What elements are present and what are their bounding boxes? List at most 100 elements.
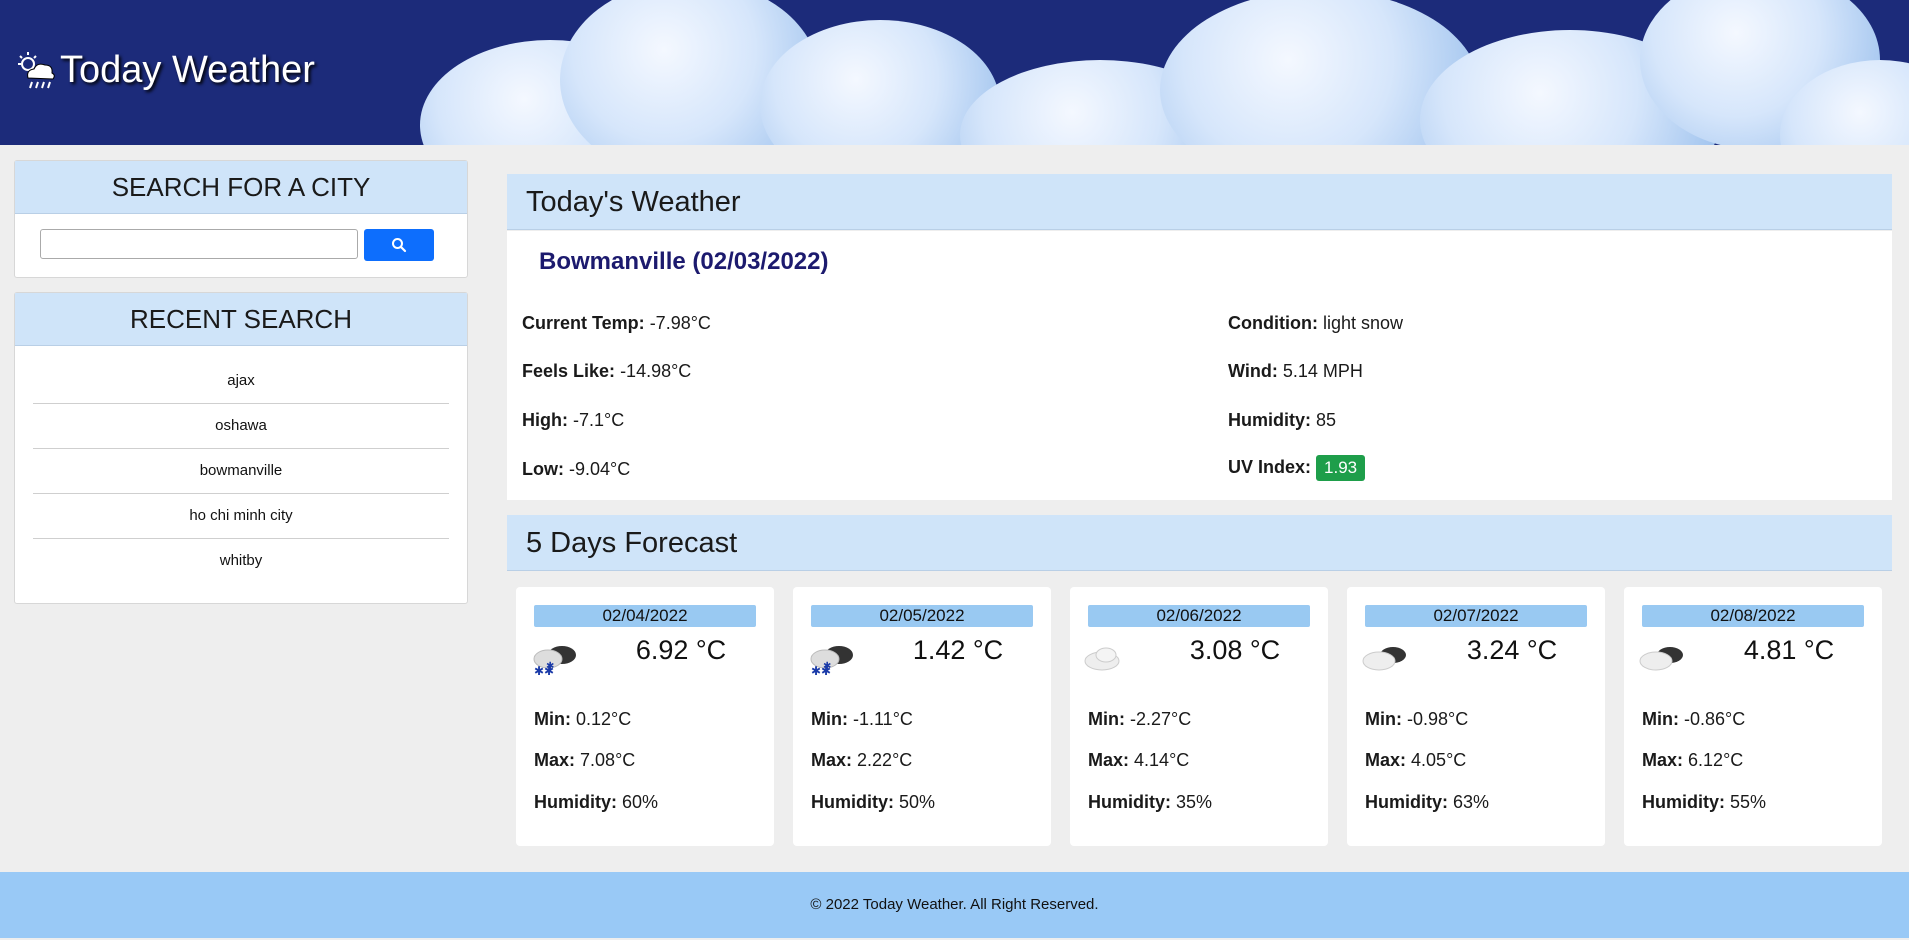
- forecast-humidity-label: Humidity:: [1365, 792, 1448, 812]
- todays-weather-heading: Today's Weather: [507, 174, 1892, 230]
- forecast-min-value: 0.12°C: [576, 709, 632, 729]
- broken-clouds-icon: [1362, 647, 1406, 671]
- forecast-max: Max: 4.05°C: [1365, 750, 1466, 771]
- forecast-humidity-value: 35%: [1176, 792, 1213, 812]
- forecast-max-label: Max:: [1088, 750, 1130, 770]
- forecast-humidity-value: 55%: [1730, 792, 1767, 812]
- forecast-humidity-value: 50%: [899, 792, 936, 812]
- forecast-max: Max: 7.08°C: [534, 750, 635, 771]
- forecast-max-value: 6.12°C: [1688, 750, 1744, 770]
- recent-search-item[interactable]: whitby: [33, 539, 449, 583]
- broken-clouds-icon: [1639, 647, 1683, 671]
- search-panel: SEARCH FOR A CITY: [14, 160, 468, 278]
- forecast-min-label: Min:: [1642, 709, 1679, 729]
- forecast-temp: 1.42 °C: [912, 635, 1004, 665]
- search-panel-title: SEARCH FOR A CITY: [15, 161, 467, 214]
- forecast-min: Min: -1.11°C: [811, 709, 913, 730]
- forecast-date: 02/04/2022: [534, 605, 756, 627]
- forecast-temp: 3.08 °C: [1189, 635, 1281, 665]
- city-date-title: Bowmanville (02/03/2022): [539, 248, 829, 275]
- snow-cloud-icon: ✱✱ ✱: [810, 646, 853, 678]
- forecast-max-label: Max:: [534, 750, 576, 770]
- site-title-text: Today Weather: [60, 48, 315, 91]
- condition-value: light snow: [1322, 313, 1404, 333]
- forecast-humidity-value: 63%: [1453, 792, 1490, 812]
- low-temp-label: Low:: [522, 459, 564, 479]
- forecast-card: 02/07/2022 3.24 °C Min: -0.98°C Max: 4.0…: [1347, 587, 1605, 846]
- forecast-min-label: Min:: [1365, 709, 1402, 729]
- forecast-min-label: Min:: [811, 709, 848, 729]
- forecast-card: 02/05/2022 ✱✱ ✱ 1.42 °C Min: -1.11°C Max…: [793, 587, 1051, 846]
- forecast-max-value: 4.14°C: [1134, 750, 1190, 770]
- feels-like-value: -14.98°C: [620, 361, 692, 381]
- cloud-icon: [1084, 647, 1120, 671]
- forecast-date: 02/06/2022: [1088, 605, 1310, 627]
- uv-index-badge: 1.93: [1316, 455, 1366, 481]
- forecast-temp: 3.24 °C: [1466, 635, 1558, 665]
- forecast-humidity: Humidity: 60%: [534, 792, 658, 813]
- current-temp-value: -7.98°C: [649, 313, 711, 333]
- search-icon: [392, 238, 407, 253]
- recent-search-title: RECENT SEARCH: [15, 293, 467, 346]
- page-footer: © 2022 Today Weather. All Right Reserved…: [0, 872, 1909, 938]
- svg-text:✱: ✱: [546, 661, 554, 672]
- feels-like-label: Feels Like:: [522, 361, 616, 381]
- condition-label: Condition:: [1228, 313, 1318, 333]
- forecast-date: 02/07/2022: [1365, 605, 1587, 627]
- site-title[interactable]: Today Weather: [14, 48, 315, 92]
- forecast-card: 02/08/2022 4.81 °C Min: -0.86°C Max: 6.1…: [1624, 587, 1882, 846]
- low-temp-stat: Low: -9.04°C: [522, 459, 630, 480]
- forecast-card: 02/04/2022 ✱✱ ✱ 6.92 °C Min: 0.12°C Max:…: [516, 587, 774, 846]
- forecast-humidity-label: Humidity:: [534, 792, 617, 812]
- snow-cloud-icon: ✱✱ ✱: [533, 646, 576, 678]
- high-temp-stat: High: -7.1°C: [522, 410, 624, 431]
- forecast-max-label: Max:: [1642, 750, 1684, 770]
- forecast-min: Min: -2.27°C: [1088, 709, 1191, 730]
- forecast-min-label: Min:: [1088, 709, 1125, 729]
- recent-search-item[interactable]: bowmanville: [33, 449, 449, 494]
- forecast-humidity: Humidity: 55%: [1642, 792, 1766, 813]
- humidity-value: 85: [1316, 410, 1337, 430]
- forecast-humidity-label: Humidity:: [1088, 792, 1171, 812]
- forecast-min-value: -0.98°C: [1407, 709, 1469, 729]
- forecast-min-value: -0.86°C: [1684, 709, 1746, 729]
- forecast-max-value: 4.05°C: [1411, 750, 1467, 770]
- current-temp-label: Current Temp:: [522, 313, 645, 333]
- footer-copyright: © 2022 Today Weather. All Right Reserved…: [810, 896, 1099, 913]
- condition-stat: Condition: light snow: [1228, 313, 1403, 334]
- search-button[interactable]: [364, 229, 434, 261]
- uv-index-label: UV Index:: [1228, 457, 1312, 477]
- forecast-max-value: 2.22°C: [857, 750, 913, 770]
- recent-search-panel: RECENT SEARCH ajax oshawa bowmanville ho…: [14, 292, 468, 604]
- current-temp-stat: Current Temp: -7.98°C: [522, 313, 711, 334]
- forecast-max-value: 7.08°C: [580, 750, 636, 770]
- feels-like-stat: Feels Like: -14.98°C: [522, 361, 691, 382]
- forecast-min: Min: -0.98°C: [1365, 709, 1468, 730]
- humidity-label: Humidity:: [1228, 410, 1311, 430]
- svg-text:✱: ✱: [823, 661, 831, 672]
- wind-value: 5.14 MPH: [1282, 361, 1363, 381]
- recent-search-list: ajax oshawa bowmanville ho chi minh city…: [33, 359, 449, 583]
- high-temp-value: -7.1°C: [573, 410, 625, 430]
- forecast-min-label: Min:: [534, 709, 571, 729]
- recent-search-item[interactable]: ajax: [33, 359, 449, 404]
- forecast-min-value: -2.27°C: [1130, 709, 1192, 729]
- todays-weather-panel: Bowmanville (02/03/2022) Current Temp: -…: [507, 231, 1892, 500]
- forecast-temp: 4.81 °C: [1743, 635, 1835, 665]
- forecast-humidity: Humidity: 50%: [811, 792, 935, 813]
- forecast-date: 02/05/2022: [811, 605, 1033, 627]
- page-header: Today Weather: [0, 0, 1909, 145]
- recent-search-item[interactable]: ho chi minh city: [33, 494, 449, 539]
- forecast-humidity: Humidity: 63%: [1365, 792, 1489, 813]
- forecast-humidity-value: 60%: [622, 792, 659, 812]
- uv-index-stat: UV Index: 1.93: [1228, 455, 1366, 481]
- city-search-input[interactable]: [40, 229, 358, 259]
- forecast-humidity: Humidity: 35%: [1088, 792, 1212, 813]
- forecast-min-value: -1.11°C: [853, 709, 913, 729]
- forecast-card: 02/06/2022 3.08 °C Min: -2.27°C Max: 4.1…: [1070, 587, 1328, 846]
- humidity-stat: Humidity: 85: [1228, 410, 1336, 431]
- forecast-max: Max: 6.12°C: [1642, 750, 1743, 771]
- forecast-max-label: Max:: [1365, 750, 1407, 770]
- recent-search-item[interactable]: oshawa: [33, 404, 449, 449]
- high-temp-label: High:: [522, 410, 568, 430]
